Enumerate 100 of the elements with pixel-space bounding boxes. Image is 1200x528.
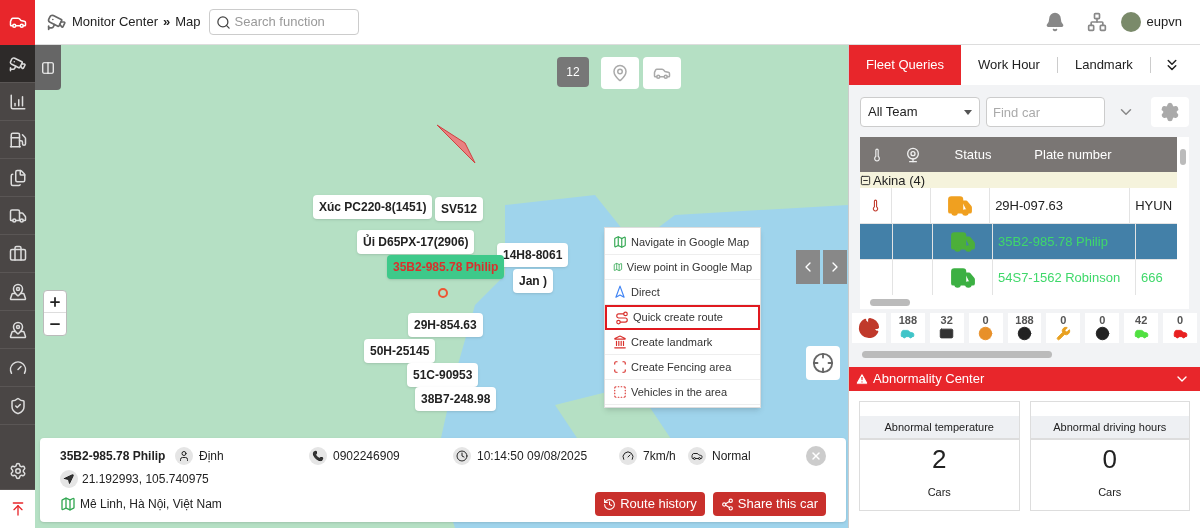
menu-item[interactable]: Navigate in Google Map bbox=[605, 230, 760, 255]
table-cell-text: HYUN bbox=[1134, 196, 1174, 215]
team-select[interactable]: All Team bbox=[860, 97, 980, 127]
counter-value: 188 bbox=[1015, 315, 1034, 326]
summary-chart-button[interactable] bbox=[852, 313, 886, 343]
camera-icon bbox=[47, 12, 67, 32]
phone-number: 0902246909 bbox=[333, 448, 401, 465]
settings-icon bbox=[8, 461, 27, 480]
gauge-icon bbox=[8, 358, 27, 377]
status-counter[interactable]: 0 bbox=[1085, 313, 1120, 343]
sidebar-item[interactable] bbox=[0, 45, 35, 83]
menu-item[interactable]: Create Fencing area bbox=[605, 355, 760, 380]
clock-icon bbox=[453, 447, 471, 465]
vehicle-label[interactable]: 50H-25145 bbox=[364, 339, 436, 363]
breadcrumb-item[interactable]: Map bbox=[175, 12, 201, 32]
counter-value: 0 bbox=[1060, 315, 1067, 326]
status-counter[interactable]: 188 bbox=[1007, 313, 1042, 343]
status-counter[interactable]: 0 bbox=[968, 313, 1003, 343]
route-history-button[interactable]: Route history bbox=[595, 492, 705, 516]
direction-icon bbox=[613, 285, 627, 299]
counter-value: 0 bbox=[1099, 315, 1106, 326]
search-field[interactable]: Search function bbox=[208, 9, 359, 35]
breadcrumb-item[interactable]: Monitor Center bbox=[72, 12, 158, 32]
group-name: Akina (4) bbox=[873, 173, 926, 187]
vehicle-plate: 35B2-985.78 Philip bbox=[60, 448, 167, 465]
plus-icon bbox=[48, 294, 62, 309]
history-icon bbox=[603, 497, 617, 511]
plate-cell: 35B2-985.78 Philip bbox=[993, 224, 1136, 259]
tab[interactable]: Landmark bbox=[1057, 45, 1150, 85]
status-counter[interactable]: 0 bbox=[1046, 313, 1081, 343]
vehicle-label[interactable]: Ủi D65PX-17(2906) bbox=[357, 230, 475, 254]
shield-icon bbox=[8, 396, 27, 415]
plate-cell: 29H-097.63 bbox=[990, 188, 1131, 223]
panel-toggle-icon bbox=[41, 60, 55, 75]
abnormality-header[interactable]: Abnormality Center bbox=[849, 367, 1200, 391]
table-cell-text: 666 bbox=[1140, 268, 1164, 287]
abnormality-card[interactable]: Abnormal temperature 2 Cars bbox=[859, 401, 1020, 511]
menu-item[interactable]: Direct bbox=[605, 280, 760, 305]
avatar[interactable] bbox=[1120, 12, 1141, 32]
column-header: Status bbox=[953, 145, 993, 164]
group-row[interactable]: Akina (4) bbox=[860, 172, 1178, 188]
card-title: Abnormal driving hours bbox=[1030, 416, 1189, 440]
bell-icon[interactable] bbox=[1044, 12, 1065, 32]
vehicle-label[interactable]: Xúc PC220-8(1451) bbox=[313, 195, 433, 219]
vehicle-label[interactable]: 51C-90953 bbox=[407, 363, 479, 387]
map-pin-icon bbox=[611, 64, 629, 82]
card-title: Abnormal temperature bbox=[860, 416, 1019, 440]
map-icon bbox=[613, 260, 623, 274]
camera-icon bbox=[8, 54, 27, 73]
locate-button[interactable] bbox=[806, 346, 840, 380]
status-counter[interactable]: 32 bbox=[929, 313, 964, 343]
timestamp: 10:14:50 09/08/2025 bbox=[477, 448, 589, 465]
collapse-icon bbox=[860, 174, 871, 186]
menu-item[interactable]: Quick create route bbox=[605, 305, 760, 330]
truck-icon bbox=[8, 206, 27, 225]
status-counter[interactable]: 0 bbox=[1163, 313, 1197, 343]
vehicle-label[interactable]: 29H-854.63 bbox=[408, 313, 483, 337]
vehicle-label[interactable]: 38B7-248.98 bbox=[415, 387, 497, 411]
network-icon[interactable] bbox=[1086, 12, 1107, 32]
tab[interactable]: Work Hour bbox=[961, 45, 1057, 85]
status-counter[interactable]: 42 bbox=[1124, 313, 1159, 343]
menu-item[interactable]: View point in Google Map bbox=[605, 255, 760, 280]
collapse-panel-button[interactable] bbox=[35, 45, 61, 90]
status-value: Normal bbox=[712, 448, 751, 465]
app-logo[interactable] bbox=[0, 0, 35, 45]
counter-value: 42 bbox=[1135, 315, 1148, 326]
table-row[interactable]: 29H-097.63 HYUN bbox=[860, 188, 1178, 224]
share-button[interactable]: Share this car bbox=[712, 492, 826, 516]
counter-value: 0 bbox=[1177, 315, 1184, 326]
webcam-icon bbox=[905, 146, 921, 163]
card-unit: Cars bbox=[927, 485, 951, 500]
scroll-top-button[interactable] bbox=[0, 490, 35, 528]
vehicle-label[interactable]: SV512 bbox=[435, 197, 484, 221]
vehicle-label[interactable]: Jan ) bbox=[513, 269, 553, 293]
dropdown-caret-icon bbox=[964, 109, 972, 115]
tab[interactable]: Fleet Queries bbox=[849, 45, 962, 85]
driver-icon bbox=[175, 447, 193, 465]
files-icon bbox=[8, 168, 27, 187]
counter-value: 188 bbox=[898, 315, 917, 326]
status-counter[interactable]: 188 bbox=[890, 313, 925, 343]
card-value: 2 bbox=[932, 446, 947, 472]
landmark-toggle-button[interactable] bbox=[601, 57, 639, 89]
close-icon bbox=[810, 450, 822, 462]
menu-item[interactable]: Create landmark bbox=[605, 330, 760, 355]
address: Mê Linh, Hà Nội, Việt Nam bbox=[80, 496, 222, 513]
section-title: Abnormality Center bbox=[873, 370, 985, 389]
abnormality-card[interactable]: Abnormal driving hours 0 Cars bbox=[1029, 401, 1190, 511]
menu-item[interactable]: Vehicles in the area bbox=[605, 380, 760, 405]
vehicle-toggle-button[interactable] bbox=[643, 57, 681, 89]
share-icon bbox=[720, 497, 734, 511]
driver-name: Định bbox=[199, 448, 225, 465]
user-name[interactable]: eupvn bbox=[1146, 12, 1182, 32]
breadcrumb-separator: » bbox=[163, 13, 171, 32]
card-unit: Cars bbox=[1098, 485, 1122, 500]
fence-icon bbox=[613, 360, 627, 374]
cluster-count-button[interactable]: 12 bbox=[557, 57, 589, 87]
find-car-field[interactable]: Find car bbox=[986, 97, 1105, 127]
search-input[interactable]: Search function bbox=[234, 12, 345, 32]
vehicle-label[interactable]: 14H8-8061 bbox=[497, 243, 569, 267]
map-icon bbox=[613, 235, 627, 249]
